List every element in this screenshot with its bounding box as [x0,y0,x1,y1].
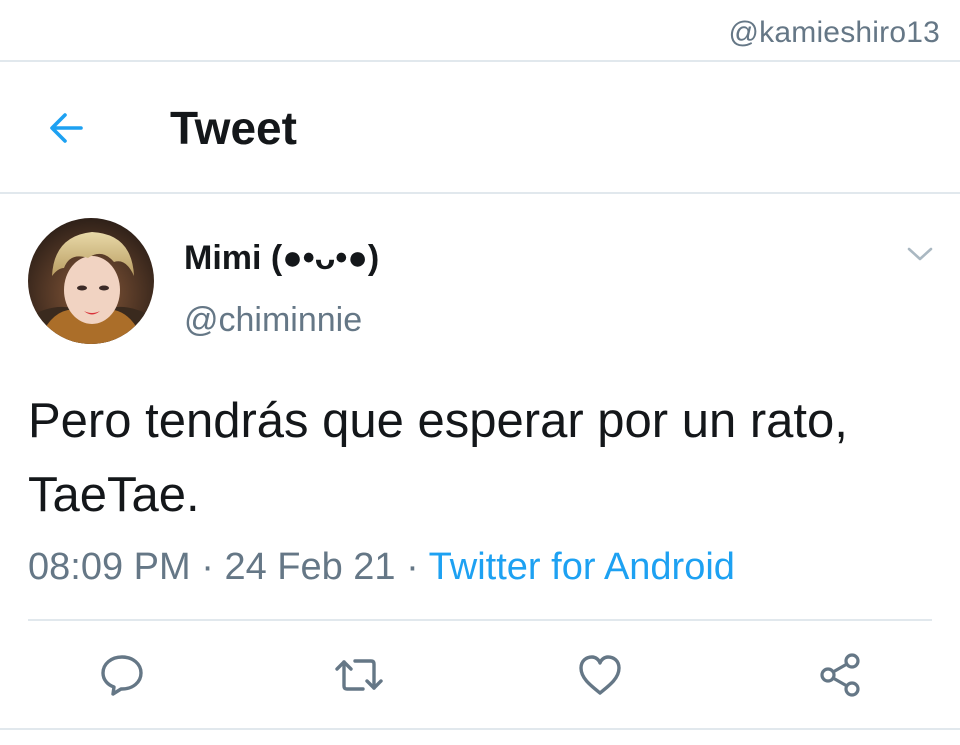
tweet-source-link[interactable]: Twitter for Android [429,546,735,588]
share-icon [820,653,860,697]
heart-icon [579,655,621,695]
arrow-left-icon [50,113,83,143]
avatar[interactable] [28,218,154,344]
page-title: Tweet [170,102,297,154]
reply-button[interactable] [96,649,148,701]
author-display-name[interactable]: Mimi (●•ᴗ•●) [184,236,379,280]
tweet-date: 24 Feb 21 [224,546,396,588]
chevron-down-icon [907,247,933,261]
divider [0,728,960,730]
back-button[interactable] [40,102,92,154]
like-button[interactable] [574,649,626,701]
watermark-username: @kamieshiro13 [728,16,940,49]
author-handle[interactable]: @chiminnie [184,298,362,342]
header-bar: Tweet [0,62,960,192]
retweet-icon [335,659,383,691]
meta-separator: · [406,546,419,588]
more-options-button[interactable] [900,236,940,272]
tweet-metadata: 08:09 PM · 24 Feb 21 · Twitter for Andro… [28,543,735,591]
comment-icon [101,655,143,696]
divider [0,192,960,194]
tweet-text: Pero tendrás que esperar por un rato, Ta… [28,394,848,522]
tweet-time: 08:09 PM [28,546,191,588]
share-button[interactable] [814,649,866,701]
tweet-actions-bar [0,621,960,728]
meta-separator: · [201,546,214,588]
retweet-button[interactable] [333,649,385,701]
